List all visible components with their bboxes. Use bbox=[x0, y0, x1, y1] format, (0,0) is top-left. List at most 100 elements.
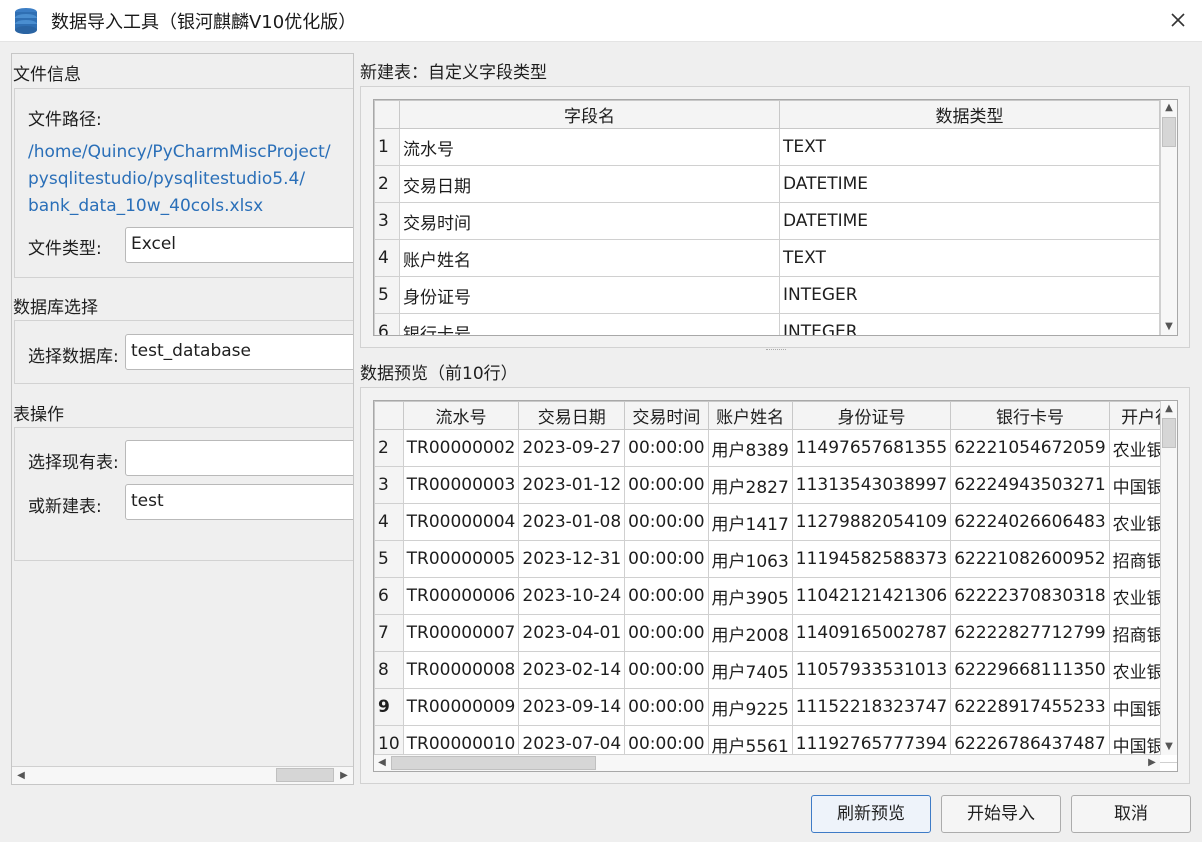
field-name-cell[interactable]: 身份证号 bbox=[399, 276, 780, 314]
table-cell[interactable]: 用户1063 bbox=[707, 540, 793, 578]
table-cell[interactable]: 00:00:00 bbox=[624, 688, 709, 726]
table-row[interactable]: 8 TR00000008 2023-02-14 00:00:00 用户7405 11057… bbox=[374, 651, 1177, 689]
table-row[interactable]: 4 账户姓名 TEXT bbox=[374, 239, 1160, 277]
table-cell[interactable]: 62221082600952 bbox=[950, 540, 1110, 578]
preview-horizontal-scrollbar[interactable]: ◀ ▶ bbox=[374, 754, 1160, 771]
table-row[interactable]: 9 TR00000009 2023-09-14 00:00:00 用户9225 11152… bbox=[374, 688, 1177, 726]
table-cell[interactable]: 2023-02-14 bbox=[518, 651, 626, 689]
scroll-right-icon[interactable]: ▶ bbox=[1144, 755, 1160, 771]
table-row[interactable]: 3 交易时间 DATETIME bbox=[374, 202, 1160, 240]
table-row[interactable]: 5 TR00000005 2023-12-31 00:00:00 用户1063 11194… bbox=[374, 540, 1177, 578]
column-header-field-name[interactable]: 字段名 bbox=[399, 100, 780, 129]
table-cell[interactable]: 2023-12-31 bbox=[518, 540, 626, 578]
table-cell[interactable]: TR00000009 bbox=[402, 688, 520, 726]
table-row[interactable]: 7 TR00000007 2023-04-01 00:00:00 用户2008 11409… bbox=[374, 614, 1177, 652]
new-table-input[interactable]: test bbox=[125, 484, 353, 520]
left-horizontal-scrollbar[interactable]: ◀ ▶ bbox=[12, 766, 353, 784]
table-row[interactable]: 5 身份证号 INTEGER bbox=[374, 276, 1160, 314]
table-cell[interactable]: 用户9225 bbox=[707, 688, 793, 726]
preview-column-header[interactable]: 交易日期 bbox=[518, 401, 626, 430]
start-import-button[interactable]: 开始导入 bbox=[941, 795, 1061, 833]
table-cell[interactable]: 11194582588373 bbox=[791, 540, 952, 578]
table-cell[interactable]: 11279882054109 bbox=[791, 503, 952, 541]
table-cell[interactable]: 62228917455233 bbox=[950, 688, 1110, 726]
table-row[interactable]: 2 交易日期 DATETIME bbox=[374, 165, 1160, 203]
table-cell[interactable]: 62224943503271 bbox=[950, 466, 1110, 504]
close-icon[interactable] bbox=[1168, 10, 1188, 30]
table-cell[interactable]: 用户1417 bbox=[707, 503, 793, 541]
data-type-cell[interactable]: DATETIME bbox=[779, 202, 1160, 240]
scroll-thumb[interactable] bbox=[1162, 117, 1176, 147]
table-row[interactable]: 1 流水号 TEXT bbox=[374, 128, 1160, 166]
preview-vertical-scrollbar[interactable]: ▲ ▼ bbox=[1160, 401, 1177, 755]
table-cell[interactable]: 11152218323747 bbox=[791, 688, 952, 726]
column-header-data-type[interactable]: 数据类型 bbox=[779, 100, 1160, 129]
table-cell[interactable]: 用户3905 bbox=[707, 577, 793, 615]
table-row[interactable]: 6 TR00000006 2023-10-24 00:00:00 用户3905 11042… bbox=[374, 577, 1177, 615]
cancel-button[interactable]: 取消 bbox=[1071, 795, 1191, 833]
table-cell[interactable]: 11042121421306 bbox=[791, 577, 952, 615]
table-cell[interactable]: 用户7405 bbox=[707, 651, 793, 689]
file-type-field[interactable]: Excel bbox=[125, 227, 353, 263]
table-cell[interactable]: 62229668111350 bbox=[950, 651, 1110, 689]
field-name-cell[interactable]: 交易日期 bbox=[399, 165, 780, 203]
table-cell[interactable]: TR00000008 bbox=[402, 651, 520, 689]
preview-column-header[interactable]: 交易时间 bbox=[624, 401, 709, 430]
table-cell[interactable]: 2023-10-24 bbox=[518, 577, 626, 615]
table-cell[interactable]: 62224026606483 bbox=[950, 503, 1110, 541]
table-cell[interactable]: 2023-01-08 bbox=[518, 503, 626, 541]
scroll-left-icon[interactable]: ◀ bbox=[374, 755, 390, 771]
data-type-cell[interactable]: INTEGER bbox=[779, 276, 1160, 314]
table-row[interactable]: 6 银行卡号 INTEGER bbox=[374, 313, 1160, 335]
refresh-preview-button[interactable]: 刷新预览 bbox=[811, 795, 931, 833]
database-select[interactable]: test_database bbox=[125, 334, 353, 370]
table-cell[interactable]: 用户2827 bbox=[707, 466, 793, 504]
table-cell[interactable]: 2023-01-12 bbox=[518, 466, 626, 504]
preview-column-header[interactable]: 身份证号 bbox=[791, 401, 952, 430]
preview-column-header[interactable]: 流水号 bbox=[402, 401, 520, 430]
table-cell[interactable]: TR00000006 bbox=[402, 577, 520, 615]
table-cell[interactable]: 00:00:00 bbox=[624, 614, 709, 652]
table-cell[interactable]: 11409165002787 bbox=[791, 614, 952, 652]
table-cell[interactable]: 62221054672059 bbox=[950, 429, 1110, 467]
table-cell[interactable]: 用户8389 bbox=[707, 429, 793, 467]
table-cell[interactable]: 00:00:00 bbox=[624, 540, 709, 578]
scroll-down-icon[interactable]: ▼ bbox=[1161, 319, 1177, 335]
data-type-cell[interactable]: INTEGER bbox=[779, 313, 1160, 335]
splitter-handle[interactable] bbox=[766, 349, 786, 352]
data-type-cell[interactable]: TEXT bbox=[779, 128, 1160, 166]
table-cell[interactable]: 用户2008 bbox=[707, 614, 793, 652]
table-cell[interactable]: 00:00:00 bbox=[624, 429, 709, 467]
scroll-up-icon[interactable]: ▲ bbox=[1161, 401, 1177, 417]
table-cell[interactable]: TR00000002 bbox=[402, 429, 520, 467]
scroll-thumb[interactable] bbox=[1162, 418, 1176, 448]
table-row[interactable]: 2 TR00000002 2023-09-27 00:00:00 用户8389 11497… bbox=[374, 429, 1177, 467]
table-row[interactable]: 4 TR00000004 2023-01-08 00:00:00 用户1417 11279… bbox=[374, 503, 1177, 541]
table-cell[interactable]: 11313543038997 bbox=[791, 466, 952, 504]
preview-column-header[interactable]: 账户姓名 bbox=[707, 401, 793, 430]
data-type-cell[interactable]: DATETIME bbox=[779, 165, 1160, 203]
scroll-right-icon[interactable]: ▶ bbox=[336, 768, 352, 784]
scroll-thumb[interactable] bbox=[276, 768, 334, 782]
field-name-cell[interactable]: 账户姓名 bbox=[399, 239, 780, 277]
table-cell[interactable]: 11057933531013 bbox=[791, 651, 952, 689]
field-types-vertical-scrollbar[interactable]: ▲ ▼ bbox=[1160, 100, 1177, 335]
table-cell[interactable]: 62222370830318 bbox=[950, 577, 1110, 615]
scroll-left-icon[interactable]: ◀ bbox=[13, 768, 29, 784]
scroll-down-icon[interactable]: ▼ bbox=[1161, 739, 1177, 755]
preview-column-header[interactable]: 银行卡号 bbox=[950, 401, 1110, 430]
existing-table-select[interactable] bbox=[125, 440, 353, 476]
table-row[interactable]: 3 TR00000003 2023-01-12 00:00:00 用户2827 11313… bbox=[374, 466, 1177, 504]
scroll-thumb[interactable] bbox=[391, 756, 596, 770]
scroll-up-icon[interactable]: ▲ bbox=[1161, 100, 1177, 116]
table-cell[interactable]: 2023-09-27 bbox=[518, 429, 626, 467]
table-cell[interactable]: TR00000007 bbox=[402, 614, 520, 652]
table-cell[interactable]: 2023-04-01 bbox=[518, 614, 626, 652]
table-cell[interactable]: 2023-09-14 bbox=[518, 688, 626, 726]
table-cell[interactable]: 00:00:00 bbox=[624, 466, 709, 504]
data-type-cell[interactable]: TEXT bbox=[779, 239, 1160, 277]
table-cell[interactable]: TR00000003 bbox=[402, 466, 520, 504]
table-cell[interactable]: 62222827712799 bbox=[950, 614, 1110, 652]
table-cell[interactable]: 00:00:00 bbox=[624, 651, 709, 689]
field-name-cell[interactable]: 银行卡号 bbox=[399, 313, 780, 335]
